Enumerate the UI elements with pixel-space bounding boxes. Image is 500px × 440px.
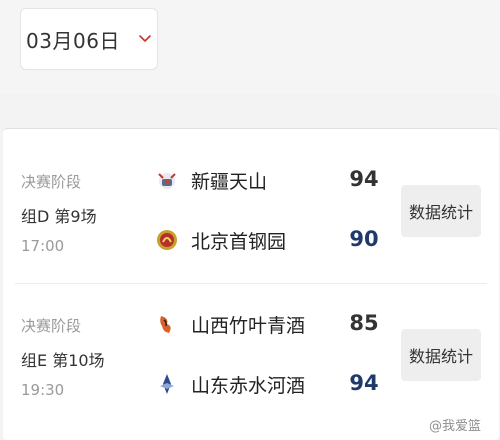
team-name: 新疆天山	[191, 170, 268, 193]
match-item: 决赛阶段 组D 第9场 17:00 新疆天山 94 北京首钢园 90 数据统计	[3, 143, 499, 285]
match-time: 19:30	[21, 381, 65, 399]
team-score: 90	[349, 227, 379, 251]
team-home[interactable]: 山西竹叶青酒	[155, 309, 305, 339]
match-stage: 决赛阶段	[21, 317, 82, 335]
team-name: 北京首钢园	[191, 230, 287, 253]
match-group: 组E 第10场	[21, 351, 105, 370]
team-away[interactable]: 山东赤水河酒	[155, 369, 305, 399]
match-time: 17:00	[21, 237, 65, 255]
match-item: 决赛阶段 组E 第10场 19:30 山西竹叶青酒 85 山东赤水河酒 94 数…	[3, 287, 499, 429]
shandong-logo-icon	[160, 374, 174, 394]
team-name: 山西竹叶青酒	[191, 314, 306, 337]
team-score: 94	[349, 371, 379, 395]
team-home[interactable]: 新疆天山	[155, 165, 267, 195]
shanxi-logo-icon	[160, 316, 171, 333]
team-score: 85	[349, 311, 379, 335]
watermark-text: @我爱篮	[428, 419, 481, 434]
xinjiang-logo-icon	[158, 173, 176, 189]
team-name: 山东赤水河酒	[191, 374, 306, 397]
divider	[15, 283, 487, 284]
beijing-logo-icon	[157, 230, 177, 250]
date-picker[interactable]: 03月06日	[20, 8, 158, 70]
match-stage: 决赛阶段	[21, 173, 82, 191]
team-score: 94	[349, 167, 379, 191]
team-away[interactable]: 北京首钢园	[155, 225, 286, 255]
stats-button[interactable]: 数据统计	[401, 185, 481, 237]
stats-button[interactable]: 数据统计	[401, 329, 481, 381]
match-group: 组D 第9场	[21, 207, 97, 226]
date-bar: 03月06日	[0, 0, 500, 94]
date-value: 03月06日	[26, 28, 120, 53]
watermark: @我爱篮	[429, 415, 481, 434]
chevron-down-icon	[139, 35, 151, 42]
match-list: 决赛阶段 组D 第9场 17:00 新疆天山 94 北京首钢园 90 数据统计	[3, 128, 499, 440]
